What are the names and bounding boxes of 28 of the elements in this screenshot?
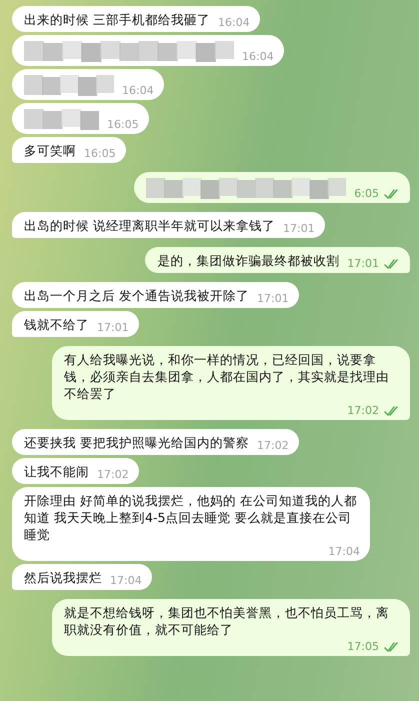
message-text: 出岛的时候 说经理离职半年就可以来拿钱了 <box>24 217 276 234</box>
message-text: 有人给我曝光说，和你一样的情况，已经回国，说要拿钱，必须亲自去集团拿，人都在国内了，其实就是找理由不给罢了 <box>64 351 390 402</box>
message-text: 是的，集团做诈骗最终都被收割 <box>157 252 340 269</box>
message-time: 16:04 <box>122 84 154 98</box>
message-time: 17:02 <box>97 468 129 482</box>
message-time: 17:04 <box>328 545 360 559</box>
message-text: 让我不能闹 <box>24 463 89 480</box>
message-time: 16:05 <box>84 147 116 161</box>
message-time: 16:05 <box>107 118 139 132</box>
message-time: 17:04 <box>110 574 142 588</box>
message-text: 还要挟我 要把我护照曝光给国内的警察 <box>24 434 250 451</box>
message-time: 17:01 <box>347 257 379 271</box>
message-time: 17:02 <box>347 404 379 418</box>
message-time: 16:04 <box>242 50 274 64</box>
message-time: 17:01 <box>283 222 315 236</box>
message-text: 出来的时候 三部手机都给我砸了 <box>24 11 210 28</box>
message-time: 6:05 <box>354 187 379 201</box>
message-text: 钱就不给了 <box>24 316 89 333</box>
message-text: 就是不想给钱呀，集团也不怕美誉黑，也不怕员工骂，离职就没有价值，就不可能给了 <box>64 604 390 638</box>
message-time: 17:01 <box>97 321 129 335</box>
message-text: 开除理由 好简单的说我摆烂，他妈的 在公司知道我的人都知道 我天天晚上整到4-5点回去睡觉 要么就是直接在公司睡觉 <box>24 492 358 543</box>
message-time: 17:05 <box>347 640 379 654</box>
message-time: 16:04 <box>218 16 250 30</box>
message-time: 17:01 <box>257 292 289 306</box>
message-text: 多可笑啊 <box>24 142 76 159</box>
message-text: 出岛一个月之后 发个通告说我被开除了 <box>24 287 250 304</box>
message-text: 然后说我摆烂 <box>24 569 102 586</box>
message-time: 17:02 <box>257 439 289 453</box>
